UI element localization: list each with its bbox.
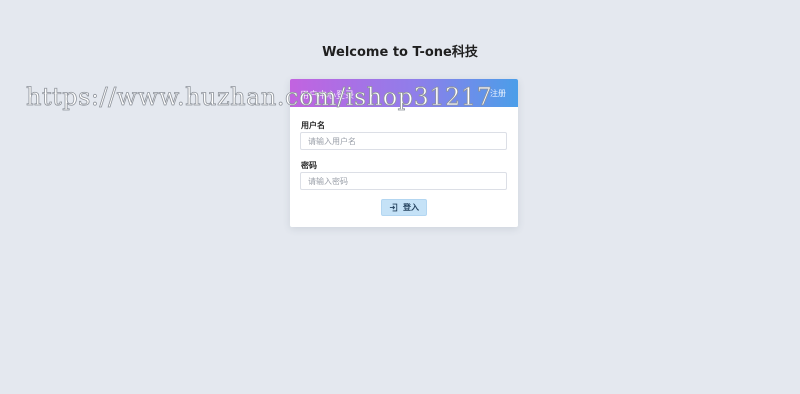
card-header: 用户中心登录 注册 <box>290 79 518 107</box>
username-input[interactable] <box>300 132 507 150</box>
login-button[interactable]: 登入 <box>381 199 427 216</box>
register-link[interactable]: 注册 <box>490 88 506 99</box>
login-card: 用户中心登录 注册 用户名 密码 登入 <box>290 79 518 227</box>
login-button-label: 登入 <box>403 203 419 212</box>
login-icon <box>389 203 398 212</box>
password-label: 密码 <box>301 161 317 170</box>
password-input[interactable] <box>300 172 507 190</box>
card-title: 用户中心登录 <box>300 91 355 101</box>
username-label: 用户名 <box>301 121 325 130</box>
page-title: Welcome to T-one科技 <box>322 45 478 60</box>
login-page: Welcome to T-one科技 用户中心登录 注册 用户名 密码 登入 h… <box>0 0 800 394</box>
